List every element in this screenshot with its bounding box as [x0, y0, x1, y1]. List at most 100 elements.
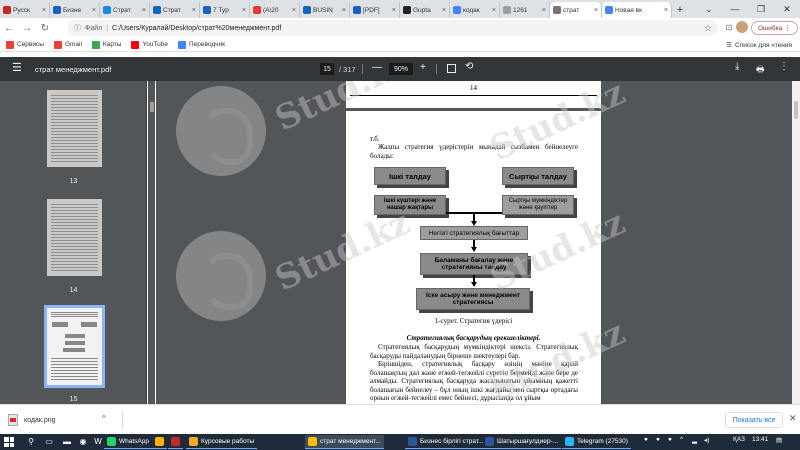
tab-search-icon[interactable]: ⌄ [702, 2, 716, 16]
bookmark-item[interactable]: Gmail [53, 40, 82, 49]
bookmark-star-icon[interactable]: ☆ [704, 23, 712, 34]
taskbar-app-word[interactable]: Шатыршағулдиер-... [482, 435, 562, 449]
close-icon[interactable]: × [492, 7, 496, 14]
close-icon[interactable]: × [292, 7, 296, 14]
bookmark-item[interactable]: Переводчик [178, 40, 225, 49]
tab[interactable]: Страт × [100, 2, 150, 18]
tab-label: BUSIN [313, 6, 333, 14]
tab-new[interactable]: Новая вк × [602, 2, 672, 18]
clock[interactable]: 13:41 [752, 436, 768, 443]
error-button[interactable]: Ошибка ⋮ [751, 21, 798, 35]
pdf-toolbar: ☰ страт менеджмент.pdf 15 / 317 — 90% + … [0, 57, 800, 81]
zoom-in-icon[interactable]: + [420, 62, 426, 73]
app-icon [171, 437, 180, 446]
close-icon[interactable]: × [192, 7, 196, 14]
bookmark-item[interactable]: Сервисы [6, 40, 44, 49]
close-icon[interactable]: ✕ [789, 413, 797, 424]
close-window-icon[interactable]: ✕ [774, 0, 800, 18]
close-icon[interactable]: × [242, 7, 246, 14]
tab[interactable]: 7 Тур × [200, 2, 250, 18]
thumbnail-page[interactable] [47, 90, 102, 167]
address-bar[interactable]: ⓘ Файл | C:/Users/Куралай/Desktop/страт%… [68, 20, 718, 36]
reload-icon[interactable]: ↻ [36, 19, 54, 37]
close-icon[interactable]: × [594, 7, 598, 14]
windows-start-icon[interactable] [4, 437, 14, 447]
menu-icon[interactable]: ☰ [12, 63, 22, 74]
close-icon[interactable]: × [664, 7, 668, 14]
notifications-icon[interactable]: ▤ [776, 436, 782, 444]
taskbar-app[interactable] [168, 435, 183, 449]
back-icon[interactable]: ← [0, 19, 18, 37]
tab[interactable]: 1261 × [500, 2, 550, 18]
word-icon[interactable]: W [93, 437, 103, 447]
tab[interactable]: Gupta × [400, 2, 450, 18]
diagram-box-basis: Негізгі стратегиялық бағыттар [420, 226, 528, 240]
thumbnail-scrollbar[interactable] [148, 81, 155, 404]
pdf-document-area[interactable]: 14 т.б. Жалпы стратегия үдерістерін мына… [156, 81, 792, 404]
bookmark-item[interactable]: Карты [91, 40, 121, 49]
tab[interactable]: Бизне × [50, 2, 100, 18]
tab[interactable]: [PDF] × [350, 2, 400, 18]
taskbar-app-whatsapp[interactable]: WhatsApp [104, 435, 152, 449]
chevron-up-icon[interactable]: ^ [102, 414, 106, 423]
tray-app-icon[interactable]: ● [668, 436, 672, 443]
zoom-out-icon[interactable]: — [372, 62, 382, 73]
reading-list-button[interactable]: ☰ Список для чтения [726, 38, 792, 52]
new-tab-button[interactable]: + [672, 2, 688, 18]
scrollbar-thumb[interactable] [794, 101, 798, 119]
maximize-icon[interactable]: ❐ [748, 0, 774, 18]
taskbar-app-chrome[interactable]: страт менеджмент... [305, 435, 384, 449]
bookmark-item[interactable]: YouTube [131, 40, 168, 49]
print-icon[interactable]: 🖶 [756, 62, 765, 78]
task-view-icon[interactable]: ▭ [44, 437, 54, 447]
download-icon[interactable]: ⤓ [735, 61, 739, 72]
fit-page-icon[interactable] [447, 64, 456, 73]
close-icon[interactable]: × [392, 7, 396, 14]
network-icon[interactable]: ▂ [692, 436, 697, 444]
close-icon[interactable]: × [442, 7, 446, 14]
close-icon[interactable]: × [92, 7, 96, 14]
chevron-up-icon[interactable]: ^ [680, 436, 683, 443]
more-vert-icon[interactable]: ⋮ [779, 61, 789, 72]
taskbar-app-word[interactable]: Бизнес бірлігі страт... [405, 435, 487, 449]
taskbar-app-telegram[interactable]: Telegram (27530) [562, 435, 631, 449]
tab[interactable]: кодак × [450, 2, 500, 18]
error-label: Ошибка [758, 24, 783, 32]
tray-app-icon[interactable]: ● [656, 436, 660, 443]
forward-icon[interactable]: → [18, 19, 36, 37]
close-icon[interactable]: × [342, 7, 346, 14]
close-icon[interactable]: × [542, 7, 546, 14]
tray-app-icon[interactable]: ● [644, 436, 648, 443]
tab-active[interactable]: страт × [550, 2, 602, 18]
arrow-down-icon [471, 282, 477, 287]
tab[interactable]: Страт × [150, 2, 200, 18]
document-scrollbar[interactable] [792, 81, 800, 404]
taskbar-app[interactable] [152, 435, 167, 449]
rotate-icon[interactable]: ⟲ [465, 61, 473, 72]
chrome-icon[interactable]: ◉ [78, 437, 88, 447]
show-all-button[interactable]: Показать все [725, 412, 783, 428]
thumbnail-page[interactable] [47, 199, 102, 276]
language-indicator[interactable]: ҚАЗ [733, 436, 745, 443]
close-icon[interactable]: × [42, 7, 46, 14]
avatar[interactable] [736, 21, 748, 33]
page-number-input[interactable]: 15 [320, 63, 334, 75]
tab[interactable]: (А\20 × [250, 2, 300, 18]
zoom-input[interactable]: 90% [389, 63, 413, 75]
tab-favicon-icon [303, 6, 311, 14]
download-item[interactable]: кодак.png [8, 414, 56, 426]
info-icon[interactable]: ⓘ [74, 23, 81, 33]
tab[interactable]: BUSIN × [300, 2, 350, 18]
minimize-icon[interactable]: — [722, 0, 748, 18]
thumbnail-page-selected[interactable] [44, 305, 105, 388]
diagram-box-strengths: Ішкі күштері және нашар жақтары [374, 195, 446, 215]
taskbar-app-folder[interactable]: Курсовые работы [186, 435, 258, 449]
search-icon[interactable]: ⚲ [26, 437, 36, 447]
volume-icon[interactable]: ◂) [704, 436, 709, 444]
thumbnail-scrollbar-thumb[interactable] [150, 102, 154, 112]
tab[interactable]: Русск × [0, 2, 50, 18]
reading-list-icon: ☰ [726, 42, 732, 49]
extension-icon[interactable]: ⊡ [722, 20, 736, 34]
close-icon[interactable]: × [142, 7, 146, 14]
file-explorer-icon[interactable]: ▬ [62, 437, 72, 447]
